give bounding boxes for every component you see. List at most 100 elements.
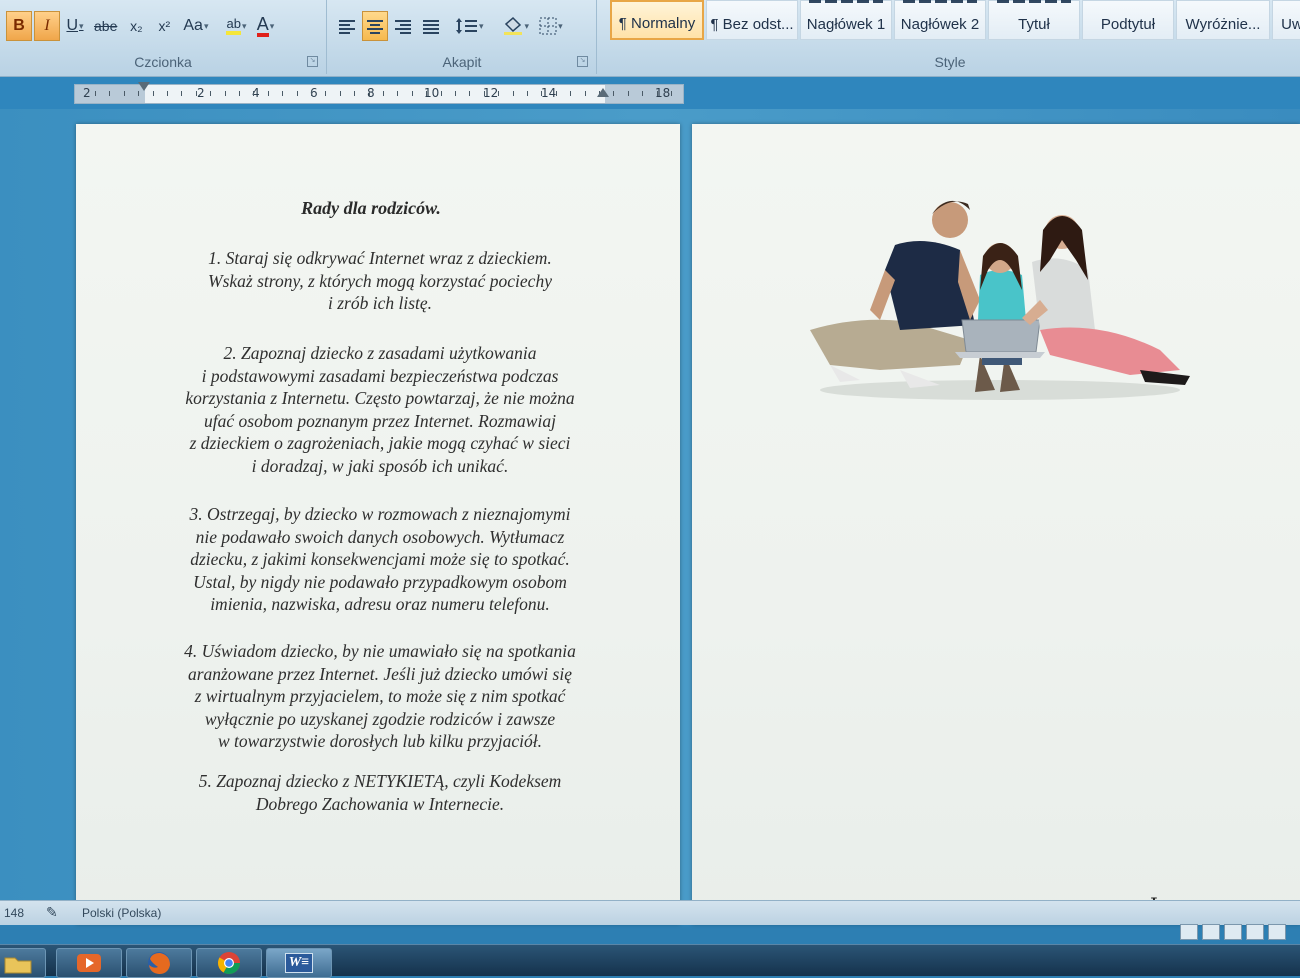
style-item[interactable]: Wyróżnie...	[1176, 0, 1270, 40]
strikethrough-button[interactable]: abe	[90, 11, 121, 41]
paragraph-line: 3. Ostrzegaj, by dziecko w rozmowach z n…	[189, 504, 571, 524]
ruler-tick	[225, 91, 226, 96]
advice-paragraph[interactable]: 3. Ostrzegaj, by dziecko w rozmowach z n…	[150, 503, 610, 616]
ruler-tick	[124, 91, 125, 96]
first-line-indent-marker[interactable]	[138, 82, 150, 91]
chevron-down-icon: ▾	[203, 20, 209, 31]
paragraph-line: 4. Uświadom dziecko, by nie umawiało się…	[184, 641, 576, 661]
align-right-icon	[395, 20, 411, 34]
underline-button[interactable]: U ▾	[62, 11, 88, 41]
chevron-down-icon: ▾	[241, 20, 247, 31]
font-group-label: Czcionka	[134, 54, 192, 70]
advice-paragraph[interactable]: 4. Uświadom dziecko, by nie umawiało się…	[150, 640, 610, 753]
family-with-laptop-image[interactable]	[800, 190, 1200, 405]
full-screen-reading-icon[interactable]	[1202, 924, 1220, 940]
paragraph-line: 1. Staraj się odkrywać Internet wraz z d…	[208, 248, 552, 268]
ruler-tick	[196, 91, 197, 96]
language-indicator[interactable]: Polski (Polska)	[82, 906, 161, 920]
style-item[interactable]: Podtytuł	[1082, 0, 1174, 40]
horizontal-ruler[interactable]: 2 2 4 6 8 10 12 14 18	[74, 84, 684, 104]
folder-icon	[4, 957, 32, 974]
styles-group: ¶ Normalny ¶ Bez odst... Nagłówek 1 Nagłówe…	[600, 0, 1300, 74]
subscript-button[interactable]: x₂	[123, 11, 149, 41]
change-case-button[interactable]: Aa ▾	[179, 11, 212, 41]
line-spacing-button[interactable]: ▾	[452, 11, 488, 41]
web-layout-icon[interactable]	[1224, 924, 1242, 940]
ruler-tick	[167, 91, 168, 96]
style-item[interactable]: Uw	[1272, 0, 1300, 40]
advice-paragraph[interactable]: 1. Staraj się odkrywać Internet wraz z d…	[150, 247, 610, 315]
proofing-icon[interactable]: ✎	[46, 904, 58, 921]
align-center-button[interactable]	[362, 11, 388, 41]
explorer-folder-icon[interactable]	[0, 948, 46, 978]
ruler-tick	[253, 91, 254, 96]
style-item[interactable]: Nagłówek 2	[894, 0, 986, 40]
media-player-icon[interactable]	[56, 948, 122, 978]
ruler-tick	[570, 91, 571, 96]
font-color-button[interactable]: A ▾	[252, 11, 278, 41]
paragraph-line: i podstawowymi zasadami bezpieczeństwa p…	[201, 365, 559, 386]
highlight-button[interactable]: ab ▾	[222, 11, 250, 41]
highlighter-icon: ab	[226, 17, 241, 35]
font-dialog-launcher-icon[interactable]: ↘	[307, 56, 318, 67]
firefox-icon[interactable]	[126, 948, 192, 978]
italic-button[interactable]: I	[34, 11, 60, 41]
view-buttons	[1180, 924, 1286, 940]
paint-bucket-icon	[503, 16, 522, 35]
style-preview	[809, 0, 883, 3]
paragraph-line: w towarzystwie dorosłych lub kilku przyj…	[217, 731, 543, 751]
paragraph-dialog-launcher-icon[interactable]: ↘	[577, 56, 588, 67]
laptop-icon	[955, 319, 1045, 358]
ruler-label: 12	[483, 86, 499, 100]
line-spacing-icon	[456, 18, 477, 34]
ruler-label: 2	[197, 86, 205, 100]
paragraph-line: i doradzaj, w jaki sposób ich unikać.	[251, 455, 509, 476]
align-left-button[interactable]	[334, 11, 360, 41]
ruler-tick	[585, 91, 586, 96]
girl-figure	[975, 243, 1026, 392]
style-preview	[903, 0, 977, 3]
style-item[interactable]: ¶ Bez odst...	[706, 0, 798, 40]
document-title: Rady dla rodziców.	[301, 198, 441, 218]
paragraph-line: Dobrego Zachowania w Internecie.	[255, 793, 505, 814]
print-layout-view-icon[interactable]	[1180, 924, 1198, 940]
justify-button[interactable]	[418, 11, 444, 41]
paragraph-line: nie podawało swoich danych osobowych. Wy…	[195, 526, 565, 547]
style-item[interactable]: ¶ Normalny	[610, 0, 704, 40]
borders-icon	[539, 17, 557, 35]
firefox-logo-icon	[148, 952, 170, 974]
style-item[interactable]: Nagłówek 1	[800, 0, 892, 40]
styles-group-label: Style	[934, 54, 966, 70]
paragraph-line: z dzieckiem o zagrożeniach, jakie mogą c…	[189, 433, 571, 453]
chevron-down-icon: ▾	[479, 20, 484, 31]
advice-paragraph[interactable]: 5. Zapoznaj dziecko z NETYKIETĄ, czyli K…	[150, 770, 610, 815]
ruler-tick	[181, 91, 182, 96]
word-icon[interactable]: W≡	[266, 948, 332, 978]
ruler-tick	[311, 91, 312, 96]
ruler-tick	[109, 91, 110, 96]
advice-paragraph[interactable]: 2. Zapoznaj dziecko z zasadami użytkowan…	[150, 342, 610, 477]
draft-view-icon[interactable]	[1268, 924, 1286, 940]
word-logo-icon: W≡	[284, 953, 314, 973]
borders-button[interactable]: ▾	[535, 11, 567, 41]
paragraph-group: ▾ ▾ ▾ Akapit ↘	[328, 0, 597, 74]
ruler-tick	[628, 91, 629, 96]
word-count[interactable]: 148	[4, 906, 24, 920]
chrome-icon[interactable]	[196, 948, 262, 978]
style-item[interactable]: Tytuł	[988, 0, 1080, 40]
superscript-button[interactable]: x²	[151, 11, 177, 41]
justify-icon	[423, 20, 439, 34]
align-left-icon	[339, 20, 355, 34]
paragraph-line: wyłącznie po uzyskanej zgodzie rodziców …	[204, 708, 556, 729]
bold-button[interactable]: B	[6, 11, 32, 41]
outline-view-icon[interactable]	[1246, 924, 1264, 940]
align-right-button[interactable]	[390, 11, 416, 41]
ruler-tick	[210, 91, 211, 96]
ruler-tick	[239, 91, 240, 96]
right-indent-marker[interactable]	[597, 88, 609, 97]
ruler-tick	[354, 91, 355, 96]
ruler-tick	[671, 91, 672, 96]
paragraph-group-label: Akapit	[442, 54, 482, 70]
ruler-tick	[153, 91, 154, 96]
shading-button[interactable]: ▾	[498, 11, 534, 41]
